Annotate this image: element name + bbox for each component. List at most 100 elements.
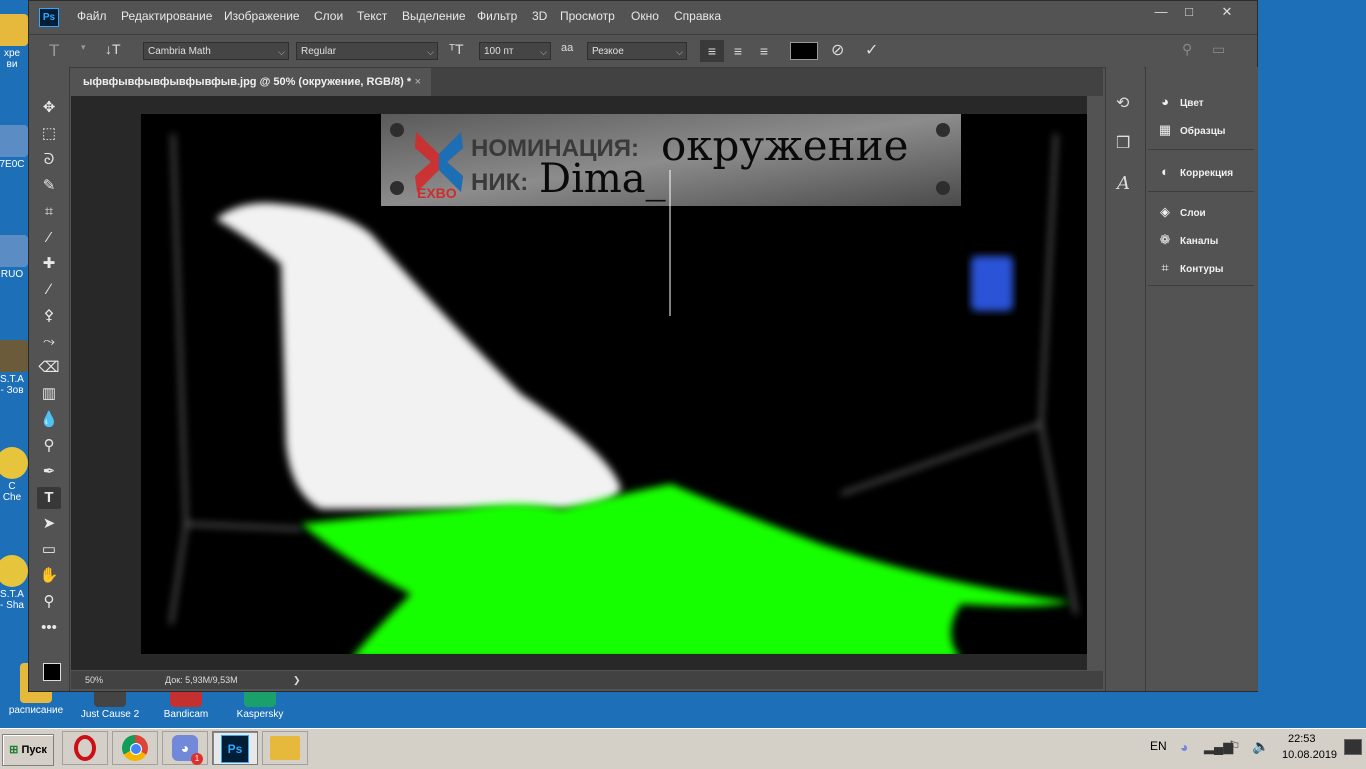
foreground-color-swatch[interactable] (43, 663, 61, 681)
marquee-tool-icon[interactable]: ⬚ (37, 123, 61, 145)
menu-view[interactable]: Просмотр (560, 9, 615, 23)
minimize-button[interactable]: — (1146, 3, 1176, 21)
scene-artwork: EXBO НОМИНАЦИЯ: окружение НИК: Dima_ (169, 114, 1078, 654)
menu-window[interactable]: Окно (631, 9, 659, 23)
commit-check-icon[interactable]: ✓ (865, 40, 878, 60)
desktop-icon-label: S.T.A - Зов (0, 374, 24, 396)
dodge-tool-icon[interactable]: ⚲ (37, 435, 61, 457)
discord-taskbar-button[interactable]: ◕ 1 (162, 731, 208, 765)
panel-adjustments[interactable]: ◐ Коррекция (1156, 161, 1254, 183)
photoshop-taskbar-button[interactable]: Ps (212, 731, 258, 765)
menu-filter[interactable]: Фильтр (477, 9, 517, 23)
close-button[interactable]: ✕ (1212, 3, 1242, 21)
panel-layers[interactable]: ◈ Слои (1156, 201, 1254, 223)
character-icon[interactable]: A (1117, 173, 1130, 194)
brush-tool-icon[interactable]: ∕ (37, 279, 61, 301)
swatches-icon: ▦ (1158, 122, 1172, 137)
tools-panel: ✥ ⬚ ᘐ ✎ ⌗ ⁄ ✚ ∕ ⚴ ⤳ ⌫ ▥ 💧 ⚲ ✒ T ➤ ▭ ✋ ⚲ … (29, 67, 70, 691)
windows-logo-icon: ⊞ (9, 744, 19, 756)
restore-button[interactable]: □ (1174, 3, 1204, 21)
panel-label: Цвет (1180, 98, 1204, 109)
opera-taskbar-button[interactable] (62, 731, 108, 765)
clock-time[interactable]: 22:53 (1288, 733, 1316, 745)
status-menu-arrow[interactable]: ❯ (293, 671, 301, 689)
system-tray: EN ◕ ▂▄▆ ⚐ 🔈 22:53 10.08.2019 (1140, 729, 1366, 769)
show-desktop-icon[interactable] (1344, 739, 1362, 755)
radiation-icon (0, 555, 28, 587)
font-size-select[interactable]: 100 пт ⌵ (479, 42, 551, 60)
gradient-tool-icon[interactable]: ▥ (37, 383, 61, 405)
align-center-icon[interactable]: ≡ (726, 40, 750, 62)
chevron-down-icon: ⌵ (278, 47, 285, 57)
menu-type[interactable]: Текст (357, 9, 387, 23)
search-icon[interactable]: ⚲ (1182, 41, 1192, 58)
align-left-icon[interactable]: ≡ (700, 40, 724, 62)
cancel-icon[interactable]: ⊘ (831, 40, 844, 60)
text-color-swatch[interactable] (790, 42, 818, 60)
align-right-icon[interactable]: ≡ (752, 40, 776, 62)
nick-value: Dima_ (539, 156, 666, 202)
pen-tool-icon[interactable]: ✒ (37, 461, 61, 483)
menu-3d[interactable]: 3D (532, 9, 547, 23)
panel-divider (1148, 149, 1254, 150)
font-size-value: 100 пт (484, 46, 514, 57)
desktop-icon-label: RUO (0, 269, 24, 280)
crop-tool-icon[interactable]: ⌗ (37, 201, 61, 223)
font-style-select[interactable]: Regular ⌵ (296, 42, 438, 60)
desktop-icon-label: C Che (2, 481, 22, 503)
text-orientation-icon[interactable]: ↓T (105, 41, 121, 57)
chevron-down-icon[interactable]: ▾ (81, 42, 86, 53)
language-indicator[interactable]: EN (1150, 739, 1167, 753)
document-image[interactable]: EXBO НОМИНАЦИЯ: окружение НИК: Dima_ (141, 114, 1101, 654)
plate-screw (936, 123, 950, 137)
path-select-tool-icon[interactable]: ➤ (37, 513, 61, 535)
volume-icon[interactable]: 🔈 (1252, 738, 1269, 755)
menu-select[interactable]: Выделение (402, 9, 466, 23)
canvas-area[interactable]: EXBO НОМИНАЦИЯ: окружение НИК: Dima_ (71, 96, 1103, 670)
discord-tray-icon[interactable]: ◕ (1180, 739, 1188, 755)
menu-image[interactable]: Изображение (224, 9, 300, 23)
antialias-select[interactable]: Резкое ⌵ (587, 42, 687, 60)
close-tab-icon[interactable]: × (415, 68, 421, 96)
blur-tool-icon[interactable]: 💧 (37, 409, 61, 431)
desktop-icon-label: Bandicam (163, 709, 209, 720)
stamp-tool-icon[interactable]: ⚴ (37, 305, 61, 327)
menu-layers[interactable]: Слои (314, 9, 343, 23)
workspace-icon[interactable]: ▭ (1212, 41, 1225, 58)
eraser-tool-icon[interactable]: ⌫ (37, 357, 61, 379)
explorer-taskbar-button[interactable] (262, 731, 308, 765)
menu-edit[interactable]: Редактирование (121, 9, 212, 23)
lasso-tool-icon[interactable]: ᘐ (37, 149, 61, 171)
type-tool-preset-icon[interactable]: T (49, 41, 59, 61)
menu-file[interactable]: Файл (77, 9, 107, 23)
layers-icon: ◈ (1160, 204, 1170, 219)
paths-icon: ⌗ (1161, 260, 1169, 275)
font-family-select[interactable]: Cambria Math ⌵ (143, 42, 289, 60)
3d-icon[interactable]: ❒ (1116, 133, 1130, 153)
canvas-scroll-edge (1087, 96, 1103, 670)
type-tool-icon[interactable]: T (37, 487, 61, 509)
panel-color[interactable]: ◕ Цвет (1156, 91, 1254, 113)
quick-select-tool-icon[interactable]: ✎ (37, 175, 61, 197)
history-brush-tool-icon[interactable]: ⤳ (37, 331, 61, 353)
panel-paths[interactable]: ⌗ Контуры (1156, 257, 1254, 279)
hand-tool-icon[interactable]: ✋ (37, 565, 61, 587)
panel-channels[interactable]: ❁ Каналы (1156, 229, 1254, 251)
panel-swatches[interactable]: ▦ Образцы (1156, 119, 1254, 141)
more-tools-icon[interactable]: ••• (37, 617, 61, 639)
flag-icon[interactable]: ⚐ (1228, 738, 1241, 755)
chrome-taskbar-button[interactable] (112, 731, 158, 765)
channels-icon: ❁ (1159, 232, 1171, 247)
photoshop-icon: Ps (221, 735, 249, 763)
move-tool-icon[interactable]: ✥ (37, 97, 61, 119)
document-tab[interactable]: ыфвфывфывфывфывфыв.jpg @ 50% (окружение,… (71, 68, 431, 96)
start-button[interactable]: ⊞ Пуск (2, 734, 54, 766)
zoom-tool-icon[interactable]: ⚲ (37, 591, 61, 613)
menu-help[interactable]: Справка (674, 9, 721, 23)
eyedropper-tool-icon[interactable]: ⁄ (37, 227, 61, 249)
clock-date[interactable]: 10.08.2019 (1282, 749, 1337, 761)
zoom-level[interactable]: 50% (85, 671, 103, 689)
healing-brush-tool-icon[interactable]: ✚ (37, 253, 61, 275)
history-icon[interactable]: ⟲ (1116, 93, 1129, 113)
rectangle-tool-icon[interactable]: ▭ (37, 539, 61, 561)
